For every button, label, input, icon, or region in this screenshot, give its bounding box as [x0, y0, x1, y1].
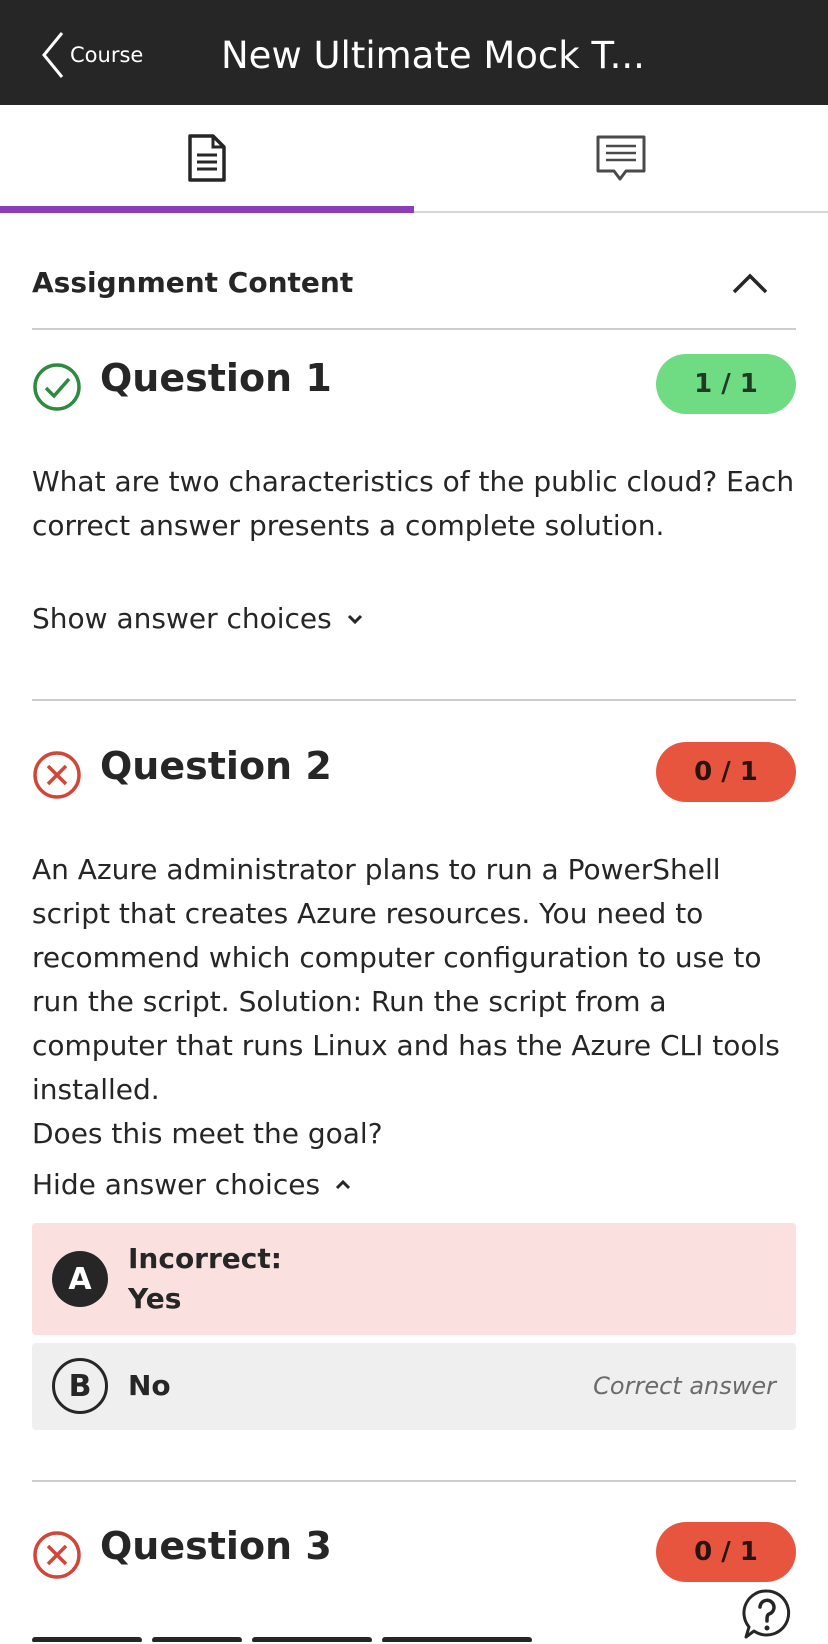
- chevron-down-icon: [347, 614, 362, 624]
- choice-letter: A: [52, 1251, 108, 1307]
- question-title: Question 1: [100, 356, 332, 400]
- x-circle-icon: [33, 751, 81, 799]
- tab-bar: [0, 105, 828, 213]
- tab-content[interactable]: [0, 105, 414, 213]
- choice-label: Incorrect: Yes: [128, 1239, 282, 1319]
- help-icon: [742, 1589, 791, 1639]
- question-title: Question 3: [100, 1524, 332, 1568]
- score-badge: 1 / 1: [656, 354, 796, 414]
- clipped-question-text: [32, 1628, 632, 1642]
- divider: [32, 1480, 796, 1482]
- choice-text: Yes: [128, 1282, 182, 1315]
- show-answer-choices-toggle[interactable]: Show answer choices: [32, 602, 364, 635]
- question-text: An Azure administrator plans to run a Po…: [32, 853, 780, 1150]
- top-bar: Course New Ultimate Mock T...: [0, 0, 828, 105]
- comment-icon: [596, 135, 646, 181]
- help-button[interactable]: [742, 1588, 792, 1644]
- chevron-left-icon: [42, 32, 64, 78]
- assignment-content-header[interactable]: Assignment Content: [32, 248, 796, 330]
- choice-text: No: [128, 1369, 171, 1402]
- section-title: Assignment Content: [32, 266, 354, 299]
- back-button[interactable]: Course: [40, 30, 143, 80]
- toggle-label: Hide answer choices: [32, 1168, 321, 1201]
- score-badge: 0 / 1: [656, 742, 796, 802]
- score-badge: 0 / 1: [656, 1522, 796, 1582]
- question-card: Question 1 1 / 1 What are two characteri…: [32, 354, 796, 654]
- question-card: Question 3 0 / 1: [32, 1522, 796, 1592]
- question-card: Question 2 0 / 1 An Azure administrator …: [32, 742, 796, 1432]
- correct-answer-label: Correct answer: [593, 1372, 776, 1400]
- answer-choice-a: A Incorrect: Yes: [32, 1223, 796, 1335]
- tab-discussion[interactable]: [414, 105, 828, 211]
- hide-answer-choices-toggle[interactable]: Hide answer choices: [32, 1168, 352, 1201]
- document-icon: [188, 134, 226, 182]
- answer-choice-b: B No Correct answer: [32, 1343, 796, 1430]
- page-title: New Ultimate Mock T...: [221, 34, 645, 77]
- back-label: Course: [70, 43, 144, 67]
- choice-letter: B: [52, 1358, 108, 1414]
- choice-prefix: Incorrect:: [128, 1242, 282, 1275]
- x-circle-icon: [33, 1531, 81, 1579]
- divider: [32, 699, 796, 701]
- chevron-up-icon[interactable]: [732, 272, 768, 296]
- question-text: What are two characteristics of the publ…: [32, 465, 795, 542]
- question-title: Question 2: [100, 744, 332, 788]
- chevron-up-icon: [335, 1179, 351, 1189]
- toggle-label: Show answer choices: [32, 602, 332, 635]
- check-circle-icon: [33, 363, 81, 411]
